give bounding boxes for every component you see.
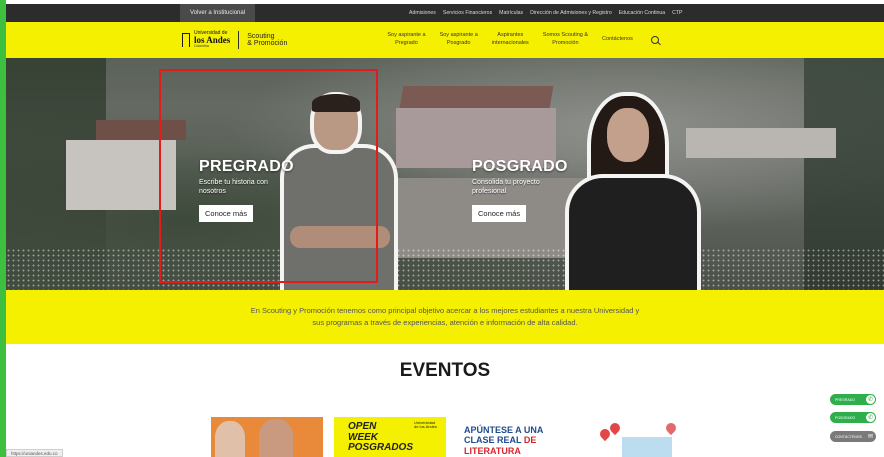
posgrado-title: POSGRADO [472,158,568,175]
map-pin-icon [663,420,679,436]
whatsapp-icon: ✆ [866,413,875,422]
utility-link-matriculas[interactable]: Matrículas [499,10,523,16]
posgrado-student-photo [569,96,697,290]
contact-mail-button[interactable]: CONTÁCTENOS ✉ [830,431,876,442]
mission-text: En Scouting y Promoción tenemos como pri… [250,306,640,327]
browser-page: Volver a Institucional Admisiones Servic… [6,0,884,457]
main-header: Universidad de los Andes Colombia Scouti… [6,22,884,58]
status-bar-url: https://uniandes.edu.co [6,449,63,457]
nav-somos-scouting[interactable]: Somos Scouting & Promoción [543,32,588,47]
posgrado-conoce-mas-button[interactable]: Conoce más [472,204,527,222]
mission-band: En Scouting y Promoción tenemos como pri… [6,290,884,344]
logo-line-3: Colombia [194,44,209,49]
event-card-logo: Universidad de los Andes [414,420,437,430]
posgrado-subtitle: Consolida tu proyecto profesional [472,179,540,196]
back-to-institutional-link[interactable]: Volver a Institucional [180,4,256,22]
event-card[interactable] [211,417,323,457]
hero-banner: PREGRADO Escribe tu historia con nosotro… [6,58,884,290]
utility-link-educacion-continua[interactable]: Educación Continua [619,10,665,16]
nav-aspirante-posgrado[interactable]: Soy aspirante a Posgrado [440,32,478,47]
event-card-open-week[interactable]: OPEN WEEK POSGRADOS Universidad de los A… [334,417,446,457]
whatsapp-icon: ✆ [866,395,875,404]
nav-contactenos[interactable]: Contáctenos [602,36,633,44]
whatsapp-posgrado-button[interactable]: POSGRADO ✆ [830,412,876,423]
main-nav: Soy aspirante a Pregrado Soy aspirante a… [387,32,659,47]
event-photo-person [259,419,293,457]
section-title: Scouting & Promoción [247,32,288,47]
search-icon[interactable] [650,36,659,44]
mail-icon: ✉ [867,434,874,440]
map-illustration [622,437,672,457]
utility-link-servicios-financieros[interactable]: Servicios Financieros [443,10,492,16]
whatsapp-pregrado-button[interactable]: PREGRADO ✆ [830,394,876,405]
event-card-clase-real[interactable]: APÚNTESE A UNA CLASE REAL DE LITERATURA [458,417,568,457]
utility-link-admisiones[interactable]: Admisiones [409,10,436,16]
hero-dot-pattern [6,248,884,290]
nav-aspirante-pregrado[interactable]: Soy aspirante a Pregrado [387,32,425,47]
posgrado-cta: POSGRADO Consolida tu proyecto profesion… [472,158,568,222]
hero-background-building [686,128,836,158]
event-photo-person [215,421,245,457]
logo-mark-icon [182,33,190,47]
event-card-map[interactable] [586,417,686,457]
site-logo[interactable]: Universidad de los Andes Colombia Scouti… [182,31,287,49]
nav-aspirantes-internacionales[interactable]: Aspirantes internacionales [492,32,529,47]
top-utility-bar: Volver a Institucional Admisiones Servic… [6,4,884,22]
highlight-box [159,69,378,283]
utility-link-ctp[interactable]: CTP [672,10,682,16]
utility-nav: Admisiones Servicios Financieros Matrícu… [409,10,682,16]
logo-divider [238,31,240,49]
utility-link-direccion-admisiones[interactable]: Dirección de Admisiones y Registro [530,10,612,16]
events-heading: EVENTOS [399,360,491,381]
